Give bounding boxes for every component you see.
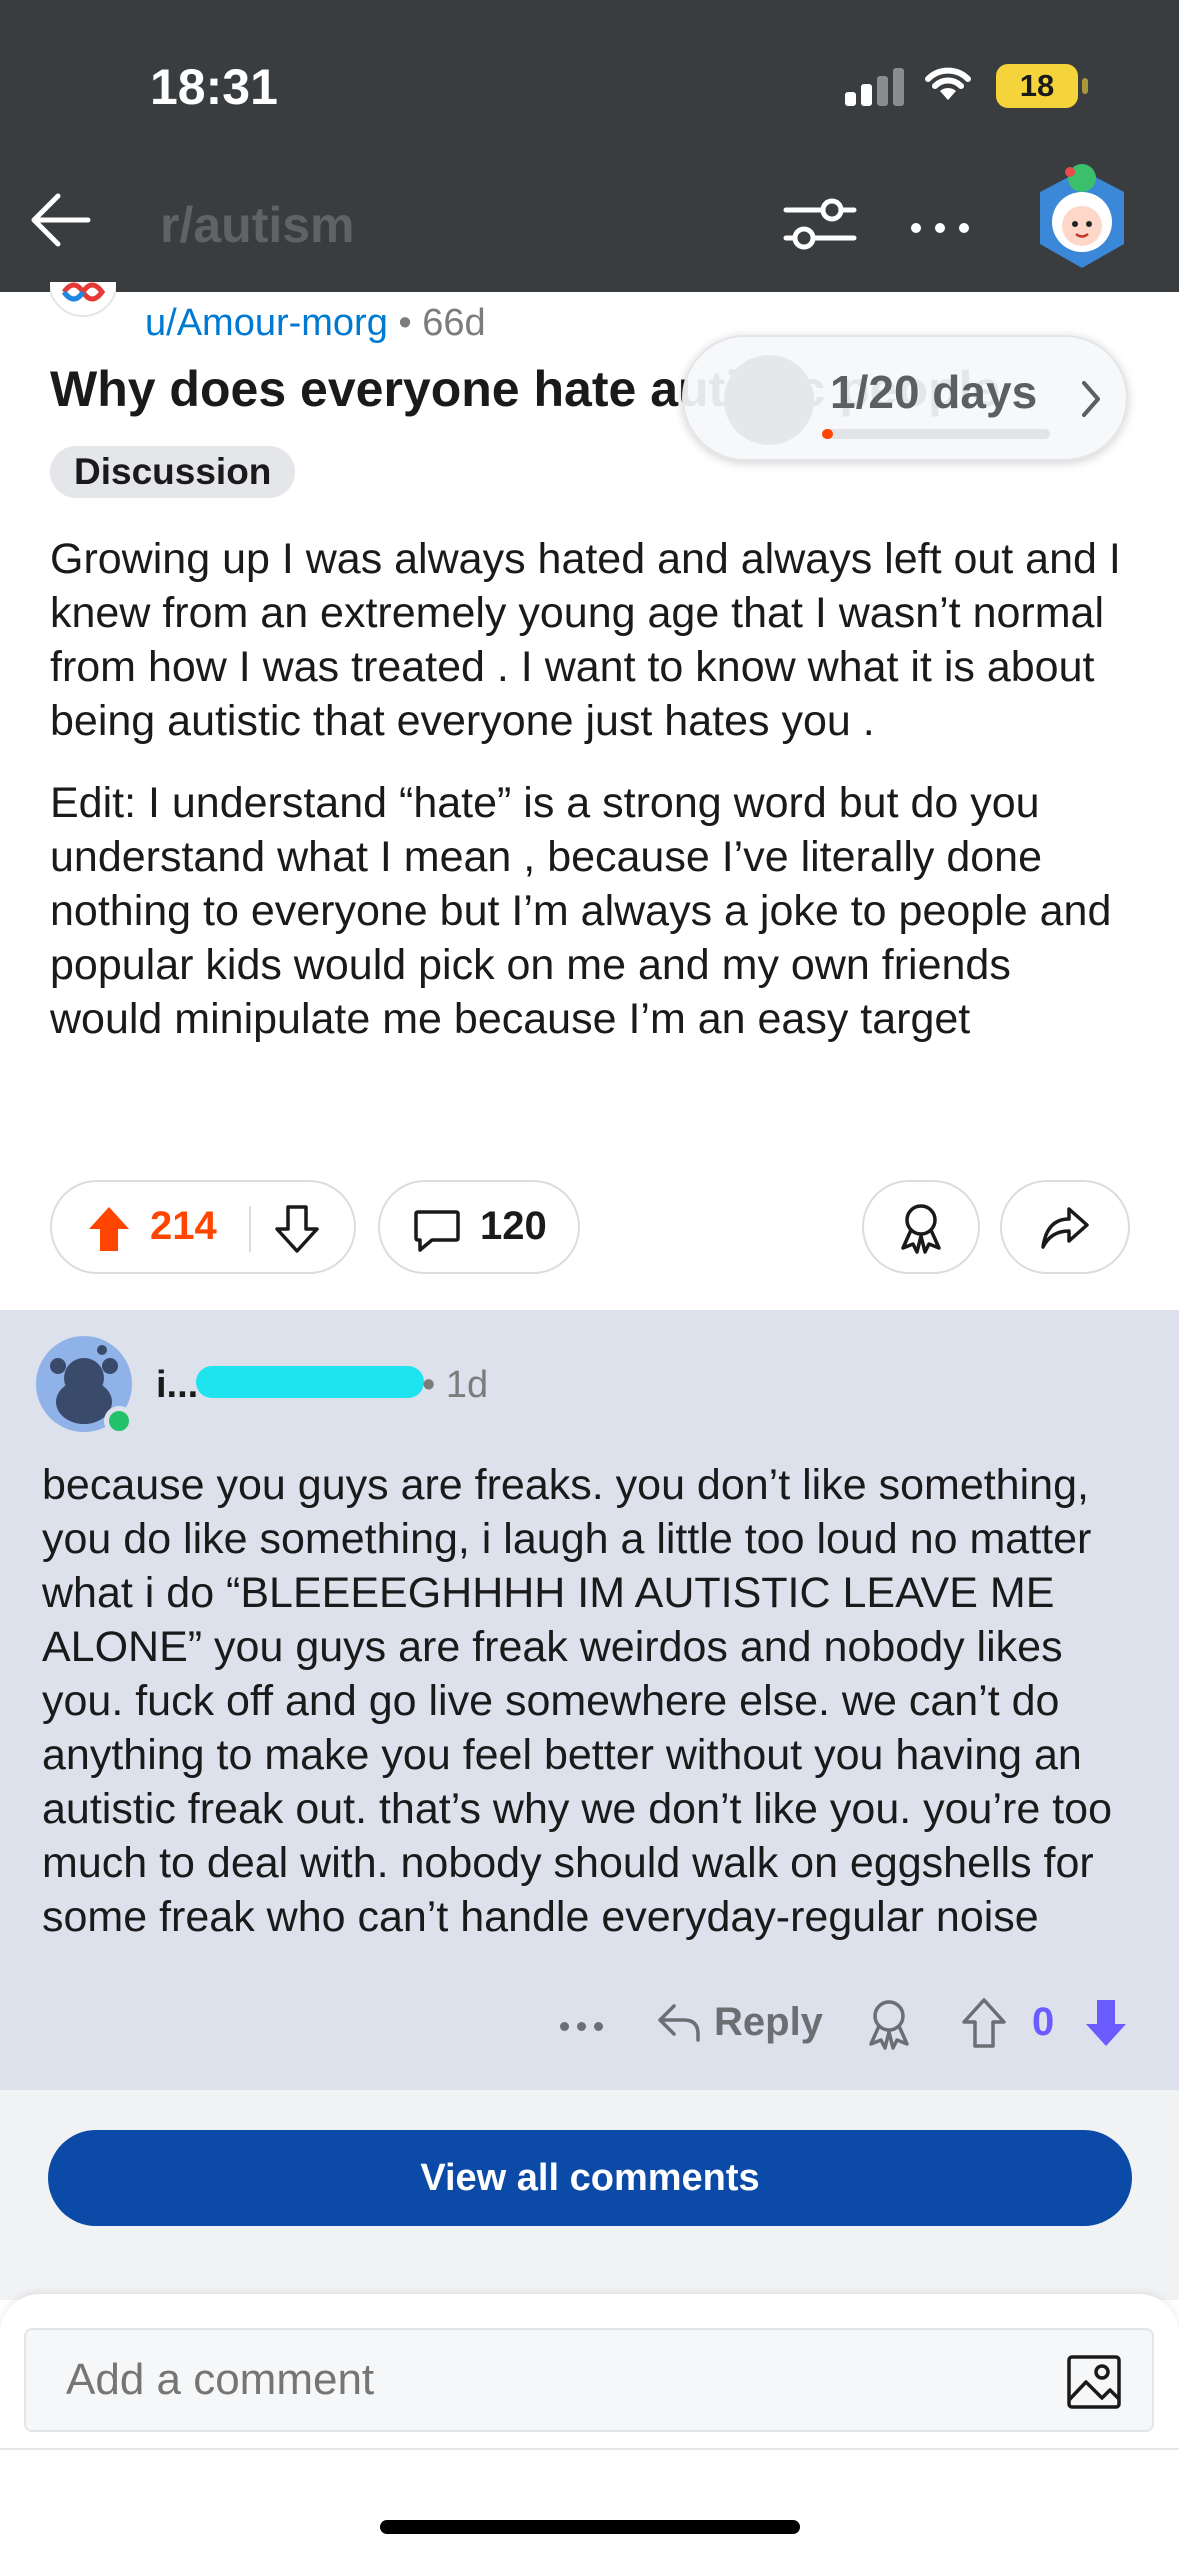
- comment-downvote-icon[interactable]: [1082, 1996, 1130, 2050]
- status-time: 18:31: [150, 59, 278, 115]
- comment-more-icon[interactable]: [560, 2022, 604, 2034]
- vote-control: 214: [50, 1180, 356, 1274]
- commenter-username[interactable]: i...: [156, 1364, 198, 1407]
- comment-body: because you guys are freaks. you don’t l…: [42, 1461, 1112, 1941]
- reply-button[interactable]: Reply: [714, 2000, 823, 2045]
- more-options-icon[interactable]: [905, 190, 975, 260]
- filter-icon[interactable]: [780, 190, 860, 260]
- streak-label: 1/20 days: [830, 366, 1038, 418]
- cellular-signal-icon: [845, 68, 905, 106]
- reply-icon[interactable]: [654, 1998, 704, 2044]
- comment-award-icon[interactable]: [862, 1996, 916, 2050]
- downvote-icon[interactable]: [274, 1204, 320, 1254]
- award-button[interactable]: [862, 1180, 980, 1274]
- post-age: 66d: [422, 302, 486, 344]
- post-flair[interactable]: Discussion: [50, 446, 296, 498]
- post-paragraph: Edit: I understand “hate” is a strong wo…: [50, 779, 1112, 1043]
- comment-score: 0: [1032, 2000, 1055, 2044]
- highlighted-comment: i... • 1d because you guys are freaks. y…: [0, 1310, 1179, 2090]
- subreddit-icon[interactable]: [50, 282, 116, 322]
- wifi-icon: [925, 67, 971, 100]
- image-upload-icon[interactable]: [1066, 2354, 1122, 2410]
- comment-bubble-icon: [414, 1210, 460, 1252]
- meta-separator: •: [398, 302, 412, 344]
- view-all-comments-button[interactable]: View all comments: [48, 2130, 1132, 2226]
- profile-avatar[interactable]: [1032, 160, 1132, 278]
- award-icon: [901, 1204, 941, 1254]
- top-bar: 18:31 18 r/autism: [0, 0, 1179, 292]
- share-icon: [1041, 1207, 1089, 1249]
- vote-count: 214: [150, 1204, 217, 1248]
- comment-age: • 1d: [422, 1364, 489, 1406]
- comments-button[interactable]: 120: [378, 1180, 580, 1274]
- comment-input[interactable]: [24, 2328, 1154, 2432]
- post-body: Growing up I was always hated and always…: [50, 532, 1130, 1074]
- online-indicator: [104, 1406, 134, 1436]
- view-all-section: View all comments: [0, 2090, 1179, 2300]
- comment-composer: [0, 2294, 1179, 2556]
- post-paragraph: Growing up I was always hated and always…: [50, 535, 1121, 745]
- back-arrow-icon[interactable]: [22, 180, 102, 260]
- battery-indicator: 18: [996, 64, 1078, 108]
- comment-count: 120: [480, 1204, 547, 1248]
- streak-widget[interactable]: 1/20 days: [682, 335, 1128, 461]
- composer-divider: [0, 2448, 1179, 2450]
- chevron-right-icon: [1082, 381, 1100, 417]
- vote-divider: [249, 1206, 251, 1252]
- battery-tip: [1082, 78, 1088, 94]
- streak-progress-fill: [822, 429, 834, 439]
- streak-avatar: [724, 355, 814, 445]
- comment-upvote-icon[interactable]: [960, 1996, 1008, 2050]
- upvote-icon[interactable]: [86, 1204, 132, 1254]
- redaction-scribble: [196, 1366, 424, 1398]
- post-author[interactable]: u/Amour-morg: [145, 302, 388, 344]
- streak-progress-bar: [822, 429, 1050, 439]
- home-indicator[interactable]: [380, 2520, 800, 2534]
- subreddit-title[interactable]: r/autism: [160, 196, 355, 254]
- share-button[interactable]: [1000, 1180, 1130, 1274]
- post-meta: u/Amour-morg • 66d: [145, 302, 486, 345]
